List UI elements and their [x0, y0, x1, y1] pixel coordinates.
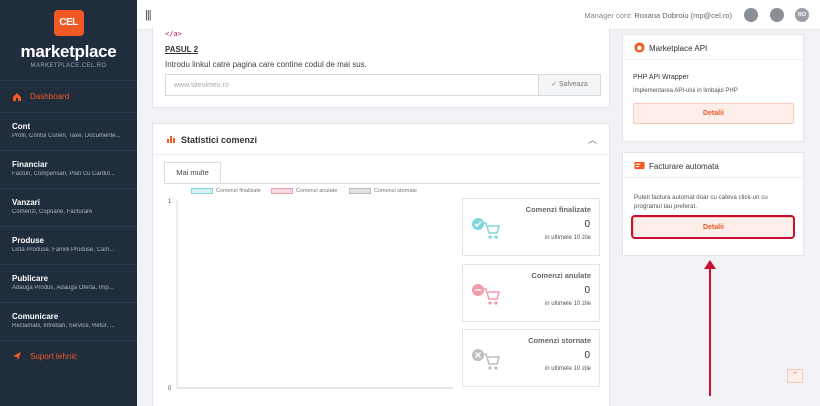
auto-invoicing-card: Facturare automata Puteti factura automa… — [622, 152, 804, 256]
account-manager-label: Manager cont: — [584, 11, 635, 20]
marketplace-api-card: Marketplace API PHP API Wrapper Implemen… — [622, 34, 804, 142]
stat-subtitle: in ultimele 10 zile — [544, 366, 591, 372]
card-title: Statistici comenzi — [181, 135, 258, 145]
sidebar-item-subtitle: Comenzi, Cupoane, Facturare — [12, 209, 93, 215]
home-icon — [13, 92, 21, 101]
invoicing-description: Puteti factura automat doar cu cateva cl… — [634, 194, 768, 210]
stat-anulate: Comenzi anulate 0 in ultimele 10 zile — [462, 264, 600, 322]
user-icon[interactable] — [770, 8, 784, 22]
card-title: Marketplace API — [649, 44, 708, 53]
sidebar-item-subtitle: Adauga Produs, Adauga Oferta, Imp... — [12, 285, 114, 291]
cart-minus-icon — [472, 284, 500, 305]
api-subtitle: PHP API Wrapper — [633, 74, 689, 81]
github-icon — [634, 42, 645, 53]
top-bar: ||| Manager cont: Roxana Dobroiu (mp@cel… — [137, 0, 820, 30]
site-url-input[interactable]: www.siteulmeu.ro — [165, 74, 538, 96]
sidebar-item-title: Publicare — [12, 274, 49, 283]
api-description: Implementarea API-ului in limbajul PHP — [633, 88, 738, 94]
stat-subtitle: in ultimele 10 zile — [544, 301, 591, 307]
step-description: Introdu linkul catre pagina care contine… — [165, 60, 367, 69]
sidebar-item-financiar[interactable]: Financiar Facturi, Compensari, Plati Cu … — [0, 150, 137, 188]
tab-more[interactable]: Mai multe — [164, 162, 221, 183]
stat-stornate: Comenzi stornate 0 in ultimele 10 zile — [462, 329, 600, 387]
sidebar-item-title: Vanzari — [12, 198, 41, 207]
logo-subtitle: MARKETPLACE.CEL.RO — [30, 63, 107, 69]
divider — [153, 154, 609, 155]
chart-icon — [167, 136, 175, 143]
highlight-box — [631, 215, 795, 239]
send-icon — [13, 352, 21, 360]
stat-value: 0 — [584, 285, 590, 296]
step-title: PASUL 2 — [165, 45, 199, 54]
tab-underline — [164, 183, 600, 184]
sidebar-item-vanzari[interactable]: Vanzari Comenzi, Cupoane, Facturare — [0, 188, 137, 226]
sidebar-item-title: Cont — [12, 122, 31, 131]
globe-icon[interactable] — [744, 8, 758, 22]
invoice-icon — [634, 161, 645, 170]
stat-value: 0 — [584, 219, 590, 230]
sidebar-item-subtitle: Facturi, Compensari, Plati Cu Cardul... — [12, 171, 115, 177]
orders-chart: 1 0 — [168, 199, 453, 392]
stat-name: Comenzi stornate — [528, 336, 591, 345]
sidebar-item-support[interactable]: Suport tehnic — [0, 340, 137, 371]
sidebar-item-cont[interactable]: Cont Profil, Contul Curieri, Taxe, Docum… — [0, 112, 137, 150]
sidebar-item-title: Financiar — [12, 160, 48, 169]
stat-name: Comenzi finalizate — [525, 205, 591, 214]
account-manager: Manager cont: Roxana Dobroiu (mp@cel.ro) — [584, 11, 732, 20]
sidebar: CEL marketplace MARKETPLACE.CEL.RO Dashb… — [0, 0, 137, 406]
divider — [623, 59, 803, 60]
sidebar-item-title: Comunicare — [12, 312, 59, 321]
sidebar-item-comunicare[interactable]: Comunicare Reclamatii, Intrebari, Servic… — [0, 302, 137, 340]
stat-subtitle: in ultimele 10 zile — [544, 235, 591, 241]
logo-text: marketplace — [20, 42, 117, 61]
sidebar-item-subtitle: Reclamatii, Intrebari, Service, Retur, .… — [12, 323, 115, 329]
verification-step-card: </a> PASUL 2 Introdu linkul catre pagina… — [152, 28, 610, 108]
sidebar-item-label: Dashboard — [30, 92, 70, 101]
account-manager-name: Roxana Dobroiu (mp@cel.ro) — [634, 11, 732, 20]
divider — [623, 177, 803, 178]
stat-finalizate: Comenzi finalizate 0 in ultimele 10 zile — [462, 198, 600, 256]
sidebar-item-publicare[interactable]: Publicare Adauga Produs, Adauga Oferta, … — [0, 264, 137, 302]
api-details-button[interactable]: Detalii — [633, 103, 794, 124]
y-tick-label: 1 — [168, 199, 172, 205]
stat-name: Comenzi anulate — [531, 271, 591, 280]
menu-toggle-icon[interactable]: ||| — [145, 9, 152, 21]
logo[interactable]: CEL marketplace MARKETPLACE.CEL.RO — [0, 0, 137, 80]
cart-check-icon — [472, 218, 500, 239]
sidebar-item-subtitle: Profil, Contul Curieri, Taxe, Documente.… — [12, 133, 121, 139]
code-snippet: </a> — [165, 30, 182, 38]
arrow-line — [709, 266, 711, 396]
sidebar-item-label: Suport tehnic — [30, 351, 78, 361]
sidebar-item-subtitle: Lista Produse, Familii Produse, Cam... — [12, 247, 115, 253]
sidebar-item-dashboard[interactable]: Dashboard — [0, 80, 137, 112]
y-tick-label: 0 — [168, 386, 172, 392]
scroll-to-top-button[interactable]: ⌃ — [787, 369, 803, 383]
card-title: Facturare automata — [649, 162, 719, 171]
sidebar-item-title: Produse — [12, 236, 45, 245]
avatar[interactable]: RO — [795, 8, 809, 22]
order-stats-card: Statistici comenzi ︿ Mai multe Comenzi f… — [152, 123, 610, 406]
sidebar-item-produse[interactable]: Produse Lista Produse, Familii Produse, … — [0, 226, 137, 264]
save-button[interactable]: ✓ Salveaza — [538, 74, 601, 96]
logo-badge: CEL — [53, 10, 84, 36]
cart-x-icon — [472, 349, 500, 370]
chevron-up-icon[interactable]: ︿ — [588, 133, 597, 146]
stat-value: 0 — [584, 350, 590, 361]
